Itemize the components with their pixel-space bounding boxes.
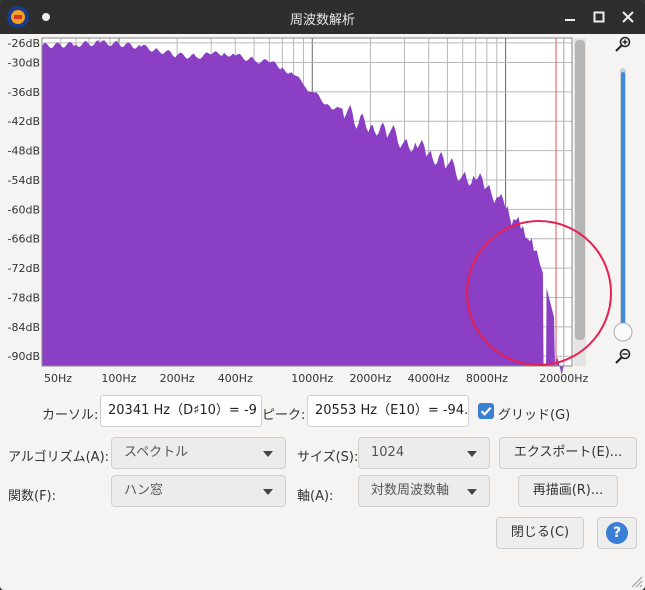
replot-button[interactable]: 再描画(R)...	[518, 475, 618, 507]
zoom-out-icon[interactable]	[615, 348, 631, 364]
peak-value-field[interactable]: 20553 Hz（E10）= -94.8	[307, 395, 469, 427]
x-tick-label: 20000Hz	[539, 372, 588, 385]
close-button[interactable]: 閉じる(C)	[496, 517, 584, 549]
y-tick-label: -60dB	[8, 203, 41, 216]
help-button[interactable]: ?	[597, 517, 637, 549]
plot-scrollbar-thumb[interactable]	[575, 40, 585, 340]
maximize-icon[interactable]	[588, 6, 610, 28]
spectrum-chart: -26dB -30dB -36dB -42dB -48dB -54dB -60dB -66dB…	[8, 36, 633, 385]
algorithm-value: スペクトル	[124, 445, 189, 460]
x-tick-label: 50Hz	[44, 372, 72, 385]
minimize-icon[interactable]	[559, 6, 581, 28]
cursor-value-field[interactable]: 20341 Hz（D♯10）= -9	[100, 395, 262, 427]
zoom-slider-handle[interactable]	[613, 322, 633, 342]
size-label: サイズ(S):	[297, 450, 359, 465]
x-tick-label: 4000Hz	[408, 372, 450, 385]
function-label: 関数(F):	[8, 489, 57, 504]
spectrum-plot-area: -26dB -30dB -36dB -42dB -48dB -54dB -60dB -66dB…	[0, 34, 645, 390]
zoom-in-icon[interactable]	[615, 36, 631, 52]
x-tick-label: 400Hz	[218, 372, 253, 385]
peak-label: ピーク:	[262, 408, 306, 423]
x-tick-label: 200Hz	[160, 372, 195, 385]
y-tick-label: -78dB	[8, 291, 41, 304]
y-tick-label: -48dB	[8, 145, 41, 158]
algorithm-select[interactable]: スペクトル	[111, 437, 286, 469]
help-icon: ?	[606, 522, 628, 544]
resize-grip-icon[interactable]	[627, 572, 643, 588]
axis-value: 対数周波数軸	[371, 483, 450, 498]
size-select[interactable]: 1024	[358, 437, 490, 469]
x-tick-label: 8000Hz	[466, 372, 508, 385]
axis-select[interactable]: 対数周波数軸	[358, 475, 490, 507]
title-bar: 周波数解析	[0, 0, 645, 34]
y-tick-label: -30dB	[8, 56, 41, 69]
chevron-down-icon	[263, 489, 273, 495]
size-value: 1024	[371, 445, 405, 460]
window-title: 周波数解析	[289, 13, 355, 28]
checkmark-icon	[480, 407, 492, 416]
x-axis-labels: 50Hz 100Hz 200Hz 400Hz 1000Hz 2000Hz 4000Hz 800…	[44, 372, 589, 385]
y-tick-label: -26dB	[8, 37, 41, 50]
x-tick-label: 1000Hz	[291, 372, 333, 385]
x-tick-label: 2000Hz	[349, 372, 391, 385]
y-tick-label: -54dB	[8, 174, 41, 187]
cursor-label: カーソル:	[42, 408, 99, 423]
function-value: ハン窓	[124, 483, 164, 498]
y-tick-label: -36dB	[8, 86, 41, 99]
controls-panel: カーソル: 20341 Hz（D♯10）= -9 ピーク: 20553 Hz（E…	[0, 390, 645, 590]
axis-label: 軸(A):	[297, 489, 334, 504]
export-button[interactable]: エクスポート(E)...	[499, 437, 637, 469]
grid-label[interactable]: グリッド(G)	[498, 404, 570, 423]
chevron-down-icon	[467, 489, 477, 495]
y-tick-label: -42dB	[8, 115, 41, 128]
zoom-slider-fill	[621, 72, 625, 328]
chevron-down-icon	[467, 451, 477, 457]
grid-checkbox[interactable]	[478, 403, 494, 419]
y-tick-label: -84dB	[8, 321, 41, 334]
x-tick-label: 100Hz	[101, 372, 136, 385]
function-select[interactable]: ハン窓	[111, 475, 286, 507]
y-axis-labels: -26dB -30dB -36dB -42dB -48dB -54dB -60dB -66dB…	[8, 37, 41, 363]
chevron-down-icon	[263, 451, 273, 457]
algorithm-label: アルゴリズム(A):	[8, 450, 110, 465]
y-tick-label: -90dB	[8, 350, 41, 363]
close-icon[interactable]	[617, 6, 639, 28]
y-tick-label: -72dB	[8, 262, 41, 275]
frequency-analysis-window: 周波数解析 -26dB -30dB -36dB -42dB -48dB -54dB -60d…	[0, 0, 645, 590]
y-tick-label: -66dB	[8, 233, 41, 246]
